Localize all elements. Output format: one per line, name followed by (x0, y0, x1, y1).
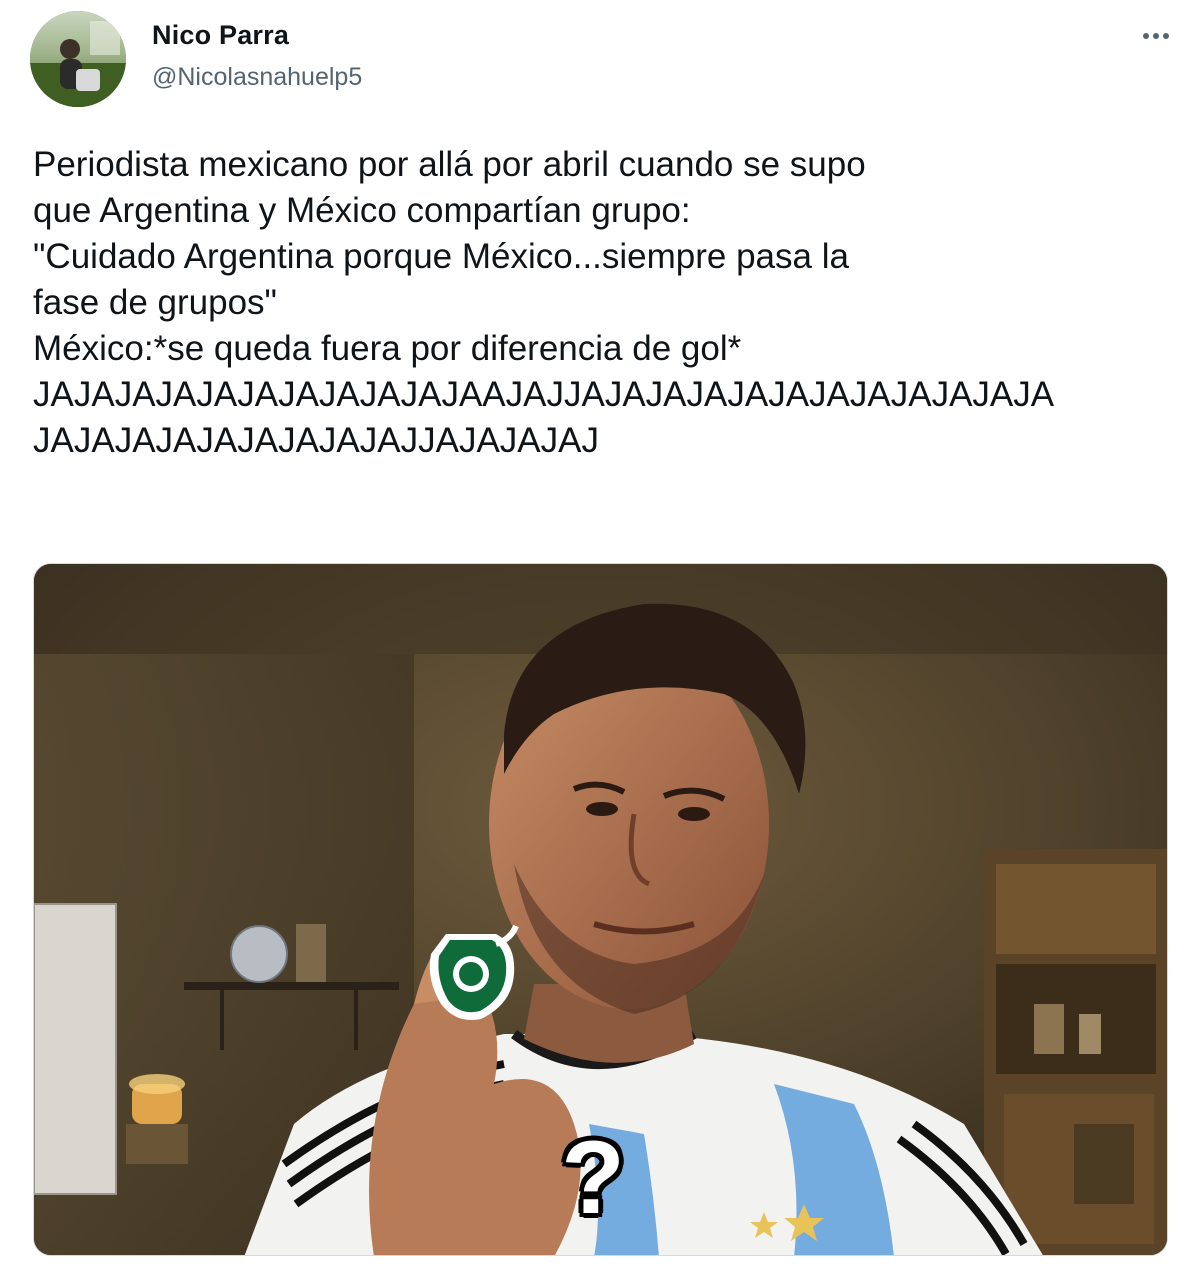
tweet-text-line: JAJAJAJAJAJAJAJAJAJJAJAJAJAJ (33, 421, 599, 460)
tweet-text: Periodista mexicano por allá por abril c… (33, 142, 1173, 464)
author-handle[interactable]: @Nicolasnahuelp5 (152, 63, 362, 92)
avatar-photo (30, 11, 126, 107)
tweet-text-line: "Cuidado Argentina porque México...siemp… (33, 237, 849, 276)
media-overlay-text: ? (561, 1120, 625, 1236)
tweet-text-line: México:*se queda fuera por diferencia de… (33, 329, 742, 368)
author-display-name[interactable]: Nico Parra (152, 20, 289, 51)
tweet-text-line: fase de grupos" (33, 283, 277, 322)
more-options-button[interactable] (1136, 22, 1176, 50)
more-horizontal-icon (1143, 33, 1169, 39)
tweet-text-line: Periodista mexicano por allá por abril c… (33, 145, 866, 184)
avatar[interactable] (30, 11, 126, 107)
tweet-text-line: que Argentina y México compartían grupo: (33, 191, 691, 230)
tweet-text-line: JAJAJAJAJAJAJAJAJAJAJAAJAJJAJAJAJAJAJAJA… (33, 375, 1055, 414)
tweet: Nico Parra @Nicolasnahuelp5 Periodista m… (0, 0, 1200, 1281)
